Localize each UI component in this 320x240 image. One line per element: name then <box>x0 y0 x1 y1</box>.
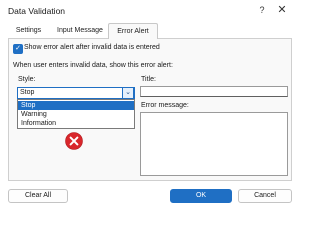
style-select-value[interactable]: Stop <box>20 89 34 96</box>
chevron-down-icon[interactable]: ⌄ <box>122 87 134 99</box>
show-error-alert-label[interactable]: Show error alert after invalid data is e… <box>24 44 160 51</box>
window-title: Data Validation <box>8 6 66 16</box>
style-option-information[interactable]: Information <box>18 119 134 128</box>
help-button[interactable]: ? <box>254 2 270 18</box>
error-message-textarea[interactable] <box>140 112 288 176</box>
title-label: Title: <box>141 76 156 83</box>
title-input[interactable] <box>140 86 288 97</box>
ok-button[interactable]: OK <box>170 189 232 203</box>
style-dropdown-list: Stop Warning Information <box>17 99 135 129</box>
clear-all-button[interactable]: Clear All <box>8 189 68 203</box>
tab-input-message[interactable]: Input Message <box>52 24 108 37</box>
style-select[interactable] <box>17 87 135 99</box>
style-label: Style: <box>18 76 36 83</box>
style-option-stop[interactable]: Stop <box>18 101 134 110</box>
close-button[interactable]: ✕ <box>274 2 290 18</box>
cancel-button[interactable]: Cancel <box>238 189 292 203</box>
stop-icon <box>65 132 83 150</box>
error-message-label: Error message: <box>141 102 189 109</box>
tab-error-alert[interactable]: Error Alert <box>108 23 158 39</box>
show-error-alert-checkbox[interactable]: ✓ <box>13 44 23 54</box>
tab-settings[interactable]: Settings <box>9 24 48 37</box>
section-label: When user enters invalid data, show this… <box>13 62 173 69</box>
style-option-warning[interactable]: Warning <box>18 110 134 119</box>
